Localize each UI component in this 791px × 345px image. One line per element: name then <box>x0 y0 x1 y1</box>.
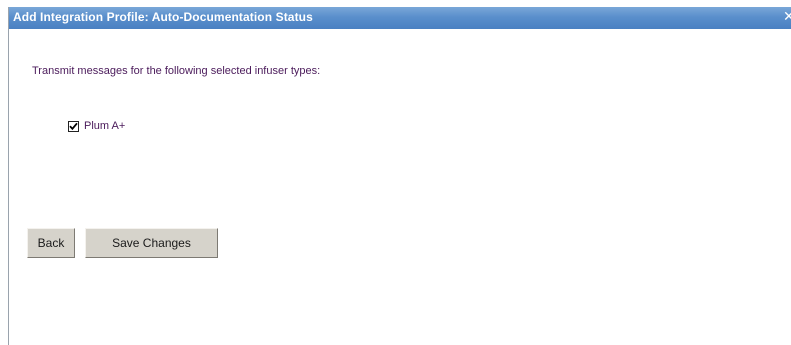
plum-a-plus-label: Plum A+ <box>84 120 126 132</box>
checkmark-icon <box>69 122 78 130</box>
instruction-text: Transmit messages for the following sele… <box>32 65 321 77</box>
save-changes-button[interactable]: Save Changes <box>85 228 218 258</box>
dialog-titlebar: Add Integration Profile: Auto-Documentat… <box>9 7 791 29</box>
integration-profile-dialog: Add Integration Profile: Auto-Documentat… <box>8 7 791 345</box>
plum-a-plus-checkbox[interactable] <box>68 120 79 132</box>
infuser-option-plum-a-plus: Plum A+ <box>68 119 125 133</box>
close-icon[interactable]: ✕ <box>783 10 791 25</box>
back-button[interactable]: Back <box>27 228 75 258</box>
close-glyph: ✕ <box>783 10 791 25</box>
dialog-title: Add Integration Profile: Auto-Documentat… <box>13 10 313 24</box>
